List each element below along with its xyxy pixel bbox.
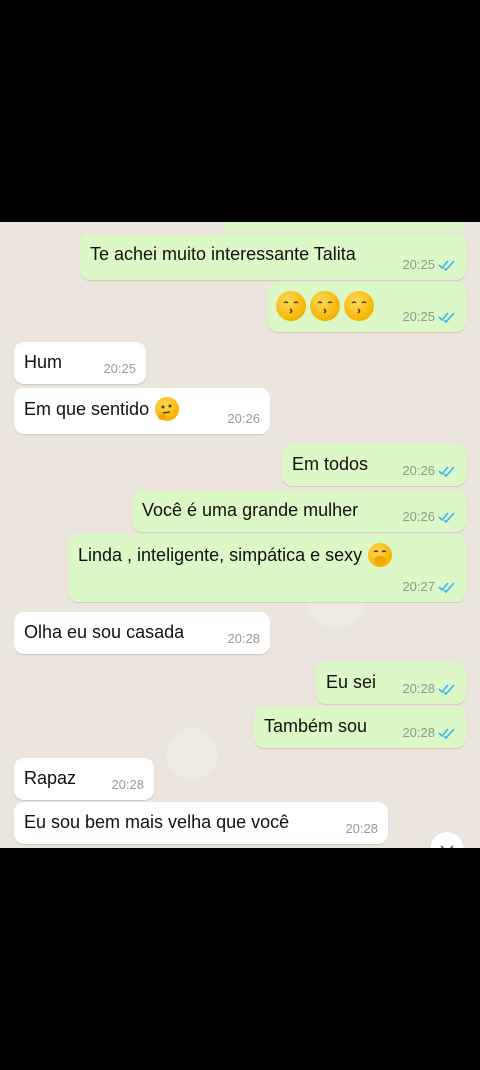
message-time: 20:28	[345, 821, 378, 836]
read-ticks-icon	[438, 465, 455, 477]
message-bubble-outgoing[interactable]: Em todos 20:26	[282, 444, 466, 486]
read-ticks-icon	[438, 727, 455, 739]
message-meta: 20:25	[402, 257, 456, 272]
message-meta: 20:26	[227, 411, 260, 426]
message-time: 20:25	[402, 257, 435, 272]
message-meta: 20:28	[345, 821, 378, 836]
message-bubble-incoming[interactable]: Em que sentido 20:26	[14, 388, 270, 434]
message-time: 20:28	[227, 631, 260, 646]
previous-message-bubble[interactable]	[222, 222, 466, 232]
message-text: Também sou	[264, 716, 368, 736]
kissing-face-icon	[276, 291, 306, 321]
message-bubble-incoming[interactable]: Olha eu sou casada 20:28	[14, 612, 270, 654]
emoji-row	[276, 291, 374, 321]
message-bubble-outgoing[interactable]: Linda , inteligente, simpática e sexy 20…	[68, 534, 466, 602]
message-text: Eu sei	[326, 672, 377, 692]
message-text: Olha eu sou casada	[24, 622, 185, 642]
message-bubble-outgoing[interactable]: Você é uma grande mulher 20:26	[132, 490, 466, 532]
message-bubble-outgoing[interactable]: Te achei muito interessante Talita 20:25	[80, 234, 466, 280]
message-meta: 20:27	[402, 579, 456, 594]
read-ticks-icon	[438, 511, 455, 523]
message-text: Eu sou bem mais velha que você	[24, 812, 290, 832]
message-time: 20:25	[402, 309, 435, 324]
message-bubble-outgoing[interactable]: Também sou 20:28	[254, 706, 466, 748]
read-ticks-icon	[438, 683, 455, 695]
message-meta: 20:28	[402, 681, 456, 696]
message-meta: 20:28	[402, 725, 456, 740]
message-meta: 20:26	[402, 463, 456, 478]
kissing-face-icon	[344, 291, 374, 321]
chat-area[interactable]: Te achei muito interessante Talita 20:25…	[0, 222, 480, 848]
message-time: 20:28	[402, 725, 435, 740]
hand-over-mouth-face-icon	[368, 543, 393, 567]
message-meta: 20:25	[402, 309, 456, 324]
read-ticks-icon	[438, 311, 455, 323]
message-text: Linda , inteligente, simpática e sexy	[78, 544, 363, 565]
chevron-down-icon	[440, 845, 454, 848]
message-text-row: Linda , inteligente, simpática e sexy	[78, 543, 393, 567]
message-meta: 20:25	[103, 361, 136, 376]
message-text-row: Em que sentido	[24, 397, 180, 421]
message-text: Em que sentido	[24, 398, 150, 419]
read-ticks-icon	[438, 581, 455, 593]
message-time: 20:27	[402, 579, 435, 594]
message-meta: 20:28	[227, 631, 260, 646]
message-text: Rapaz	[24, 768, 77, 788]
message-time: 20:28	[111, 777, 144, 792]
message-time: 20:28	[402, 681, 435, 696]
message-text: Você é uma grande mulher	[142, 500, 359, 520]
thinking-face-icon	[155, 397, 180, 421]
message-meta: 20:26	[402, 509, 456, 524]
message-bubble-outgoing[interactable]: 20:25	[268, 282, 466, 332]
message-meta: 20:28	[111, 777, 144, 792]
message-text: Em todos	[292, 454, 369, 474]
message-time: 20:26	[402, 463, 435, 478]
message-time: 20:25	[103, 361, 136, 376]
message-time: 20:26	[227, 411, 260, 426]
message-time: 20:26	[402, 509, 435, 524]
read-ticks-icon	[438, 259, 455, 271]
message-bubble-incoming[interactable]: Rapaz 20:28	[14, 758, 154, 800]
message-bubble-incoming[interactable]: Eu sou bem mais velha que você 20:28	[14, 802, 388, 844]
message-bubble-outgoing[interactable]: Eu sei 20:28	[316, 662, 466, 704]
message-text: Hum	[24, 352, 63, 372]
scroll-down-button[interactable]	[430, 832, 464, 848]
message-bubble-incoming[interactable]: Hum 20:25	[14, 342, 146, 384]
message-text: Te achei muito interessante Talita	[90, 244, 356, 264]
kissing-face-icon	[310, 291, 340, 321]
